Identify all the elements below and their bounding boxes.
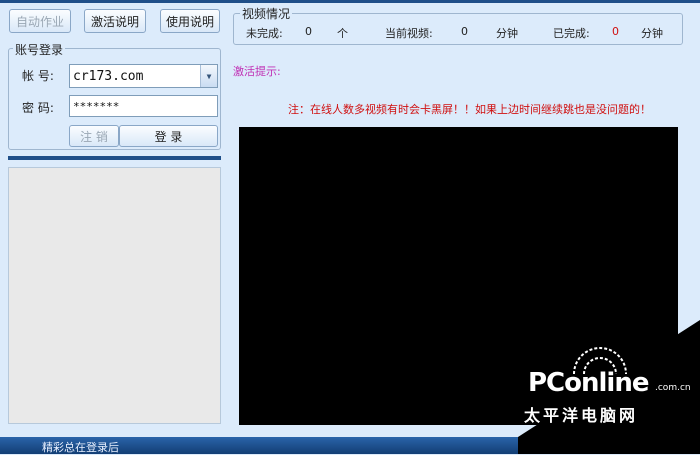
- watermark-domain: .com.cn: [655, 383, 691, 393]
- pconline-watermark: PConline .com.cn 太平洋电脑网: [520, 340, 691, 430]
- watermark-cn-name: 太平洋电脑网: [524, 406, 639, 425]
- watermark-brand: PConline: [528, 368, 649, 398]
